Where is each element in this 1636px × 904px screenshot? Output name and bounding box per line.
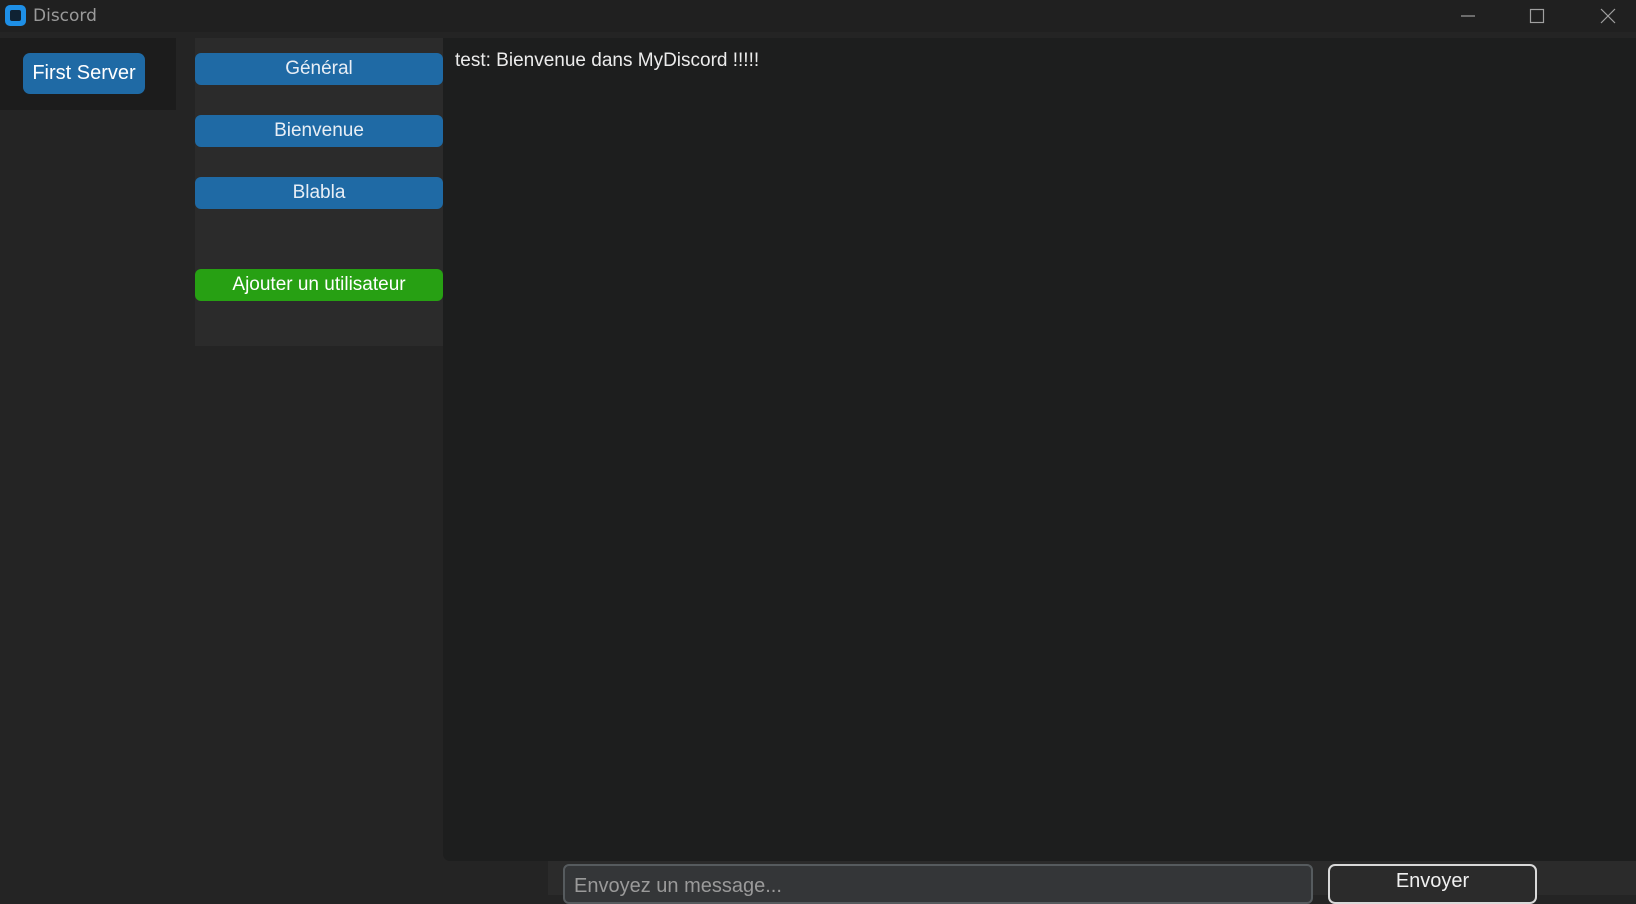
minimize-button[interactable]	[1438, 0, 1498, 32]
title-bar: Discord	[0, 0, 1636, 32]
add-user-button[interactable]: Ajouter un utilisateur	[195, 269, 443, 301]
maximize-icon	[1529, 8, 1545, 24]
message-list: test: Bienvenue dans MyDiscord !!!!!	[443, 38, 1636, 861]
window-title: Discord	[33, 6, 97, 26]
minimize-icon	[1461, 15, 1475, 17]
send-button[interactable]: Envoyer	[1328, 864, 1537, 904]
channel-button-bienvenue[interactable]: Bienvenue	[195, 115, 443, 147]
channel-button-general[interactable]: Général	[195, 53, 443, 85]
server-list: First Server	[0, 38, 176, 110]
app-icon	[5, 5, 26, 26]
maximize-button[interactable]	[1507, 0, 1567, 32]
close-icon	[1600, 8, 1616, 24]
message-item: test: Bienvenue dans MyDiscord !!!!!	[455, 50, 760, 71]
close-button[interactable]	[1578, 0, 1636, 32]
server-button-first-server[interactable]: First Server	[23, 53, 145, 94]
composer-spacer	[443, 861, 548, 895]
channel-button-blabla[interactable]: Blabla	[195, 177, 443, 209]
message-input[interactable]	[563, 864, 1313, 904]
message-composer: Envoyer	[443, 861, 1636, 904]
channel-list: Général Bienvenue Blabla Ajouter un util…	[195, 38, 443, 346]
